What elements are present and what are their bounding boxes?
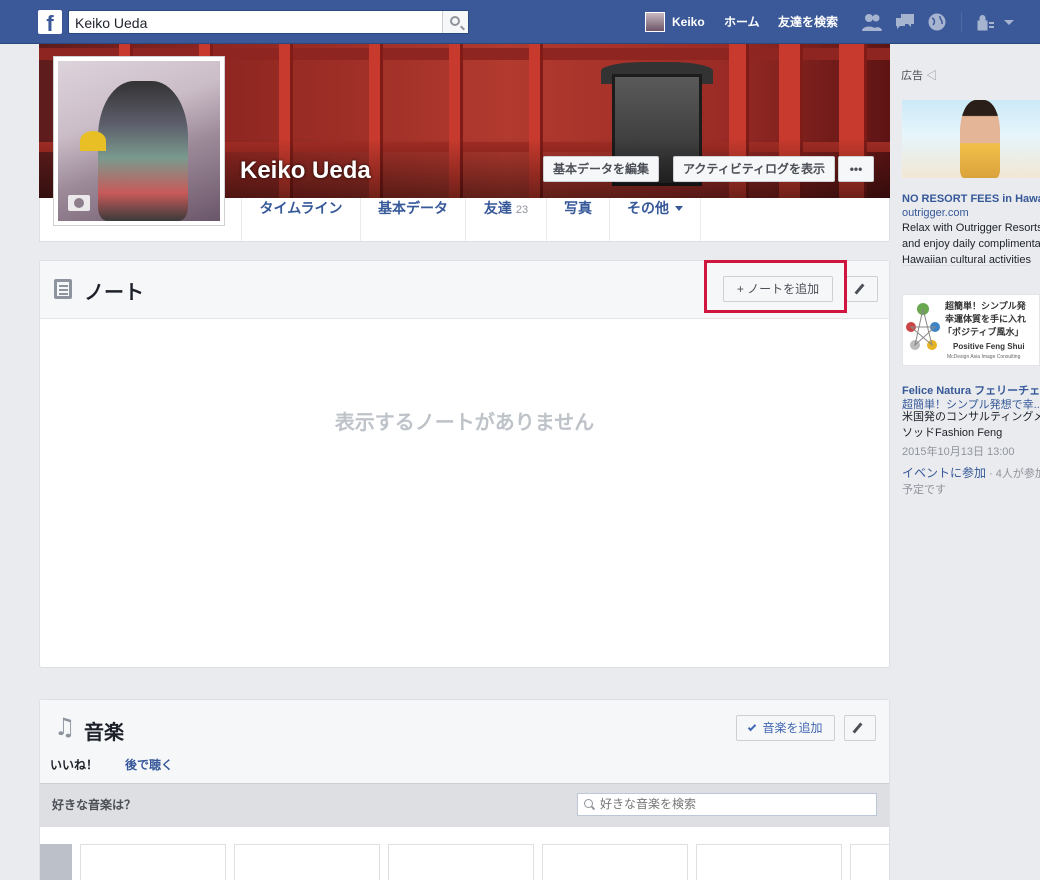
- search-icon: [584, 799, 593, 808]
- music-tile[interactable]: [850, 844, 890, 880]
- ad2-join-line2: 予定です: [902, 484, 946, 496]
- music-prompt: 好きな音楽は？: [52, 798, 137, 812]
- notifications-globe-icon[interactable]: [927, 13, 947, 31]
- join-event-link[interactable]: イベントに参加: [902, 466, 986, 480]
- ad2-text-line: ソッドFashion Feng: [902, 427, 1003, 439]
- music-tile[interactable]: [388, 844, 534, 880]
- checkmark-icon: [748, 722, 757, 732]
- ad-divider: [902, 265, 1028, 266]
- edit-notes-button[interactable]: [846, 276, 878, 302]
- search-button[interactable]: [442, 11, 468, 33]
- ad-image-outrigger[interactable]: [902, 100, 1040, 178]
- ad2-image-text: Positive Feng Shui: [953, 342, 1025, 351]
- music-tile[interactable]: [234, 844, 380, 880]
- music-search-box: [577, 793, 877, 816]
- friend-requests-icon[interactable]: [862, 13, 882, 31]
- tab-about[interactable]: 基本データ: [360, 198, 465, 241]
- tab-timeline[interactable]: タイムライン: [241, 198, 360, 241]
- music-tile[interactable]: [696, 844, 842, 880]
- megaphone-icon: ◁: [926, 70, 938, 82]
- music-note-icon: ♫: [54, 713, 76, 741]
- music-tab-listen-later[interactable]: 後で聴く: [125, 756, 173, 773]
- music-search-bar: 好きな音楽は？: [40, 783, 889, 827]
- ad2-image-text: 超簡単！シンプル発: [945, 302, 1026, 312]
- more-options-button[interactable]: •••: [838, 156, 874, 182]
- privacy-shortcuts-icon[interactable]: [975, 13, 995, 31]
- ad2-image-text: 幸運体質を手に入れ: [945, 315, 1027, 325]
- ad1-domain[interactable]: outrigger.com: [902, 207, 969, 219]
- facebook-logo-icon[interactable]: f: [38, 10, 62, 34]
- pencil-icon: [852, 722, 863, 734]
- tab-friends[interactable]: 友達 23: [465, 198, 546, 241]
- music-header: ♫ 音楽 音楽を追加 いいね！ 後で聴く: [40, 700, 889, 784]
- user-avatar[interactable]: [645, 12, 665, 32]
- notes-icon: [54, 279, 72, 299]
- edit-about-button[interactable]: 基本データを編集: [543, 156, 659, 182]
- profile-picture[interactable]: [53, 56, 225, 226]
- highlight-box: [704, 260, 847, 313]
- tab-photos[interactable]: 写真: [546, 198, 609, 241]
- friends-count: 23: [515, 204, 529, 216]
- ad2-image-text: 「ポジティブ風水」: [943, 328, 1024, 338]
- notes-title: ノート: [84, 282, 144, 304]
- search-input[interactable]: [75, 14, 435, 31]
- search-icon: [450, 16, 460, 26]
- feng-shui-diagram-icon: [906, 303, 940, 350]
- chevron-down-icon: [675, 206, 683, 211]
- nav-profile-link[interactable]: Keiko: [672, 12, 705, 32]
- ad1-text-line: Relax with Outrigger Resorts: [902, 222, 1040, 234]
- notes-section: ノート + ノートを追加 表示するノートがありません: [39, 260, 890, 668]
- ads-label: 広告 ◁: [901, 70, 938, 82]
- ad2-date: 2015年10月13日 13:00: [902, 446, 1015, 458]
- profile-name: Keiko Ueda: [240, 157, 371, 184]
- music-tile[interactable]: [40, 844, 72, 880]
- top-bar: f Keiko ホーム 友達を検索: [0, 0, 1040, 44]
- view-activity-log-button[interactable]: アクティビティログを表示: [673, 156, 835, 182]
- music-tile[interactable]: [542, 844, 688, 880]
- search-box: [68, 10, 469, 34]
- topbar-divider: [961, 12, 962, 32]
- music-tab-likes[interactable]: いいね！: [50, 756, 98, 773]
- ad2-text-line: 米国発のコンサルティングメ: [902, 411, 1040, 423]
- camera-icon[interactable]: [68, 195, 90, 211]
- ad1-text-line: and enjoy daily complimentar: [902, 238, 1040, 250]
- account-menu-chevron-down-icon[interactable]: [1002, 13, 1016, 31]
- ad2-join-row: イベントに参加 · 4人が参加: [902, 466, 1040, 480]
- music-section: ♫ 音楽 音楽を追加 いいね！ 後で聴く 好きな音楽は？: [39, 699, 890, 880]
- right-rail: 広告 ◁ NO RESORT FEES in Hawa outrigger.co…: [901, 44, 1040, 880]
- nav-home-link[interactable]: ホーム: [724, 12, 760, 32]
- add-music-button[interactable]: 音楽を追加: [736, 715, 835, 741]
- music-title: 音楽: [84, 722, 124, 744]
- ad1-title[interactable]: NO RESORT FEES in Hawa: [902, 193, 1040, 205]
- edit-music-button[interactable]: [844, 715, 876, 741]
- tab-more[interactable]: その他: [609, 198, 701, 241]
- music-tile[interactable]: [80, 844, 226, 880]
- music-search-input[interactable]: [600, 797, 870, 811]
- messages-icon[interactable]: [895, 13, 915, 31]
- ad2-image-text: McDesign Asia Image Consulting: [947, 354, 1021, 360]
- pencil-icon: [854, 283, 865, 295]
- nav-find-friends-link[interactable]: 友達を検索: [778, 12, 838, 32]
- ad-image-feng-shui[interactable]: 超簡単！シンプル発 幸運体質を手に入れ 「ポジティブ風水」 Positive F…: [902, 294, 1040, 366]
- empty-notes-message: 表示するノートがありません: [334, 412, 595, 434]
